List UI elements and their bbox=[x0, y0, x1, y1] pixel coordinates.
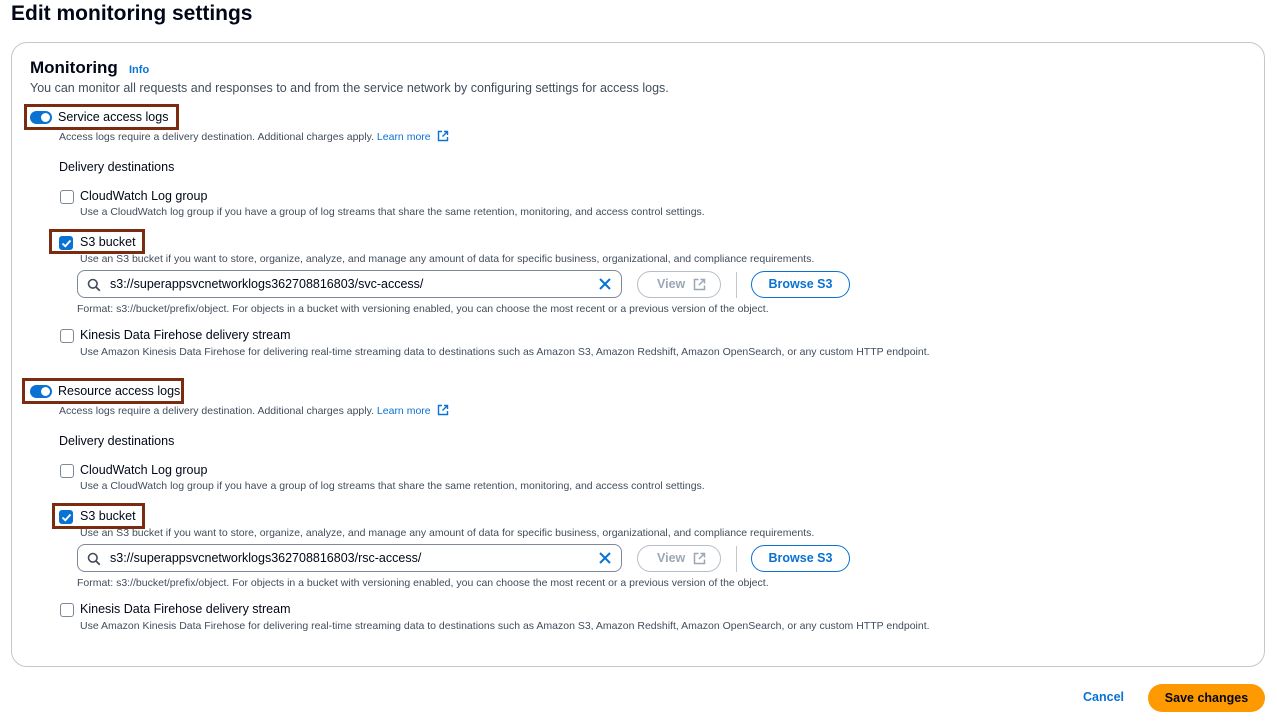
resource-s3-label: S3 bucket bbox=[80, 509, 136, 523]
resource-s3-desc: Use an S3 bucket if you want to store, o… bbox=[80, 527, 815, 539]
resource-view-button[interactable]: View bbox=[637, 545, 721, 572]
service-s3-format-hint: Format: s3://bucket/prefix/object. For o… bbox=[77, 303, 769, 315]
resource-browse-s3-button[interactable]: Browse S3 bbox=[751, 545, 850, 572]
search-icon bbox=[87, 552, 101, 566]
button-separator bbox=[736, 546, 737, 572]
resource-cloudwatch-desc: Use a CloudWatch log group if you have a… bbox=[80, 480, 705, 492]
section-title: Monitoring bbox=[30, 58, 118, 77]
service-firehose-desc: Use Amazon Kinesis Data Firehose for del… bbox=[80, 346, 930, 358]
service-cloudwatch-checkbox[interactable] bbox=[60, 190, 74, 204]
service-firehose-label: Kinesis Data Firehose delivery stream bbox=[80, 328, 291, 342]
service-delivery-heading: Delivery destinations bbox=[59, 160, 175, 174]
service-s3-desc: Use an S3 bucket if you want to store, o… bbox=[80, 253, 815, 265]
resource-learn-more-link[interactable]: Learn more bbox=[377, 405, 431, 417]
external-link-icon bbox=[437, 130, 449, 145]
resource-s3-format-hint: Format: s3://bucket/prefix/object. For o… bbox=[77, 577, 769, 589]
resource-s3-checkbox[interactable] bbox=[59, 510, 73, 524]
service-learn-more-link[interactable]: Learn more bbox=[377, 131, 431, 143]
resource-access-logs-label: Resource access logs bbox=[58, 384, 181, 398]
service-s3-uri-input[interactable]: s3://superappsvcnetworklogs362708816803/… bbox=[77, 270, 622, 298]
resource-delivery-heading: Delivery destinations bbox=[59, 434, 175, 448]
section-description: You can monitor all requests and respons… bbox=[30, 81, 669, 95]
resource-cloudwatch-checkbox[interactable] bbox=[60, 464, 74, 478]
button-separator bbox=[736, 272, 737, 298]
external-link-icon bbox=[693, 552, 706, 565]
service-access-logs-label: Service access logs bbox=[58, 110, 169, 124]
external-link-icon bbox=[437, 404, 449, 419]
resource-access-logs-toggle[interactable] bbox=[30, 385, 52, 398]
service-view-button[interactable]: View bbox=[637, 271, 721, 298]
service-firehose-checkbox[interactable] bbox=[60, 329, 74, 343]
resource-cloudwatch-label: CloudWatch Log group bbox=[80, 463, 208, 477]
close-icon[interactable] bbox=[598, 277, 612, 291]
resource-logs-note: Access logs require a delivery destinati… bbox=[59, 404, 449, 419]
page-title: Edit monitoring settings bbox=[11, 2, 253, 25]
save-changes-button[interactable]: Save changes bbox=[1148, 684, 1265, 712]
resource-s3-uri-value: s3://superappsvcnetworklogs362708816803/… bbox=[110, 551, 422, 565]
service-cloudwatch-desc: Use a CloudWatch log group if you have a… bbox=[80, 206, 705, 218]
service-view-label: View bbox=[657, 277, 686, 291]
service-logs-note-text: Access logs require a delivery destinati… bbox=[59, 131, 374, 143]
resource-firehose-label: Kinesis Data Firehose delivery stream bbox=[80, 602, 291, 616]
search-icon bbox=[87, 278, 101, 292]
check-icon bbox=[61, 513, 72, 522]
resource-firehose-desc: Use Amazon Kinesis Data Firehose for del… bbox=[80, 620, 930, 632]
service-s3-label: S3 bucket bbox=[80, 235, 136, 249]
resource-s3-uri-input[interactable]: s3://superappsvcnetworklogs362708816803/… bbox=[77, 544, 622, 572]
cancel-button[interactable]: Cancel bbox=[1083, 690, 1124, 704]
service-cloudwatch-label: CloudWatch Log group bbox=[80, 189, 208, 203]
close-icon[interactable] bbox=[598, 551, 612, 565]
resource-firehose-checkbox[interactable] bbox=[60, 603, 74, 617]
check-icon bbox=[61, 239, 72, 248]
service-s3-checkbox[interactable] bbox=[59, 236, 73, 250]
service-logs-note: Access logs require a delivery destinati… bbox=[59, 130, 449, 145]
external-link-icon bbox=[693, 278, 706, 291]
service-s3-uri-value: s3://superappsvcnetworklogs362708816803/… bbox=[110, 277, 424, 291]
service-browse-s3-button[interactable]: Browse S3 bbox=[751, 271, 850, 298]
resource-logs-note-text: Access logs require a delivery destinati… bbox=[59, 405, 374, 417]
info-link[interactable]: Info bbox=[129, 64, 149, 76]
service-access-logs-toggle[interactable] bbox=[30, 111, 52, 124]
resource-view-label: View bbox=[657, 551, 686, 565]
